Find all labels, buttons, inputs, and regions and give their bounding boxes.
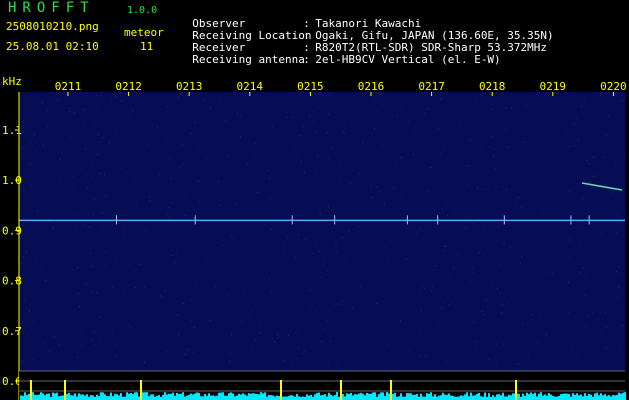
x-tick-label: 0220 bbox=[600, 80, 627, 93]
level-spike bbox=[340, 380, 342, 400]
level-panel bbox=[19, 370, 626, 400]
spectrogram-area bbox=[19, 92, 625, 372]
x-tick-label: 0211 bbox=[55, 80, 82, 93]
level-spike bbox=[30, 380, 32, 400]
x-tick-label: 0217 bbox=[418, 80, 445, 93]
level-spike bbox=[390, 380, 392, 400]
x-tick-label: 0219 bbox=[540, 80, 567, 93]
x-tick-label: 0215 bbox=[297, 80, 324, 93]
x-tick-label: 0212 bbox=[115, 80, 142, 93]
y-axis-label: kHz bbox=[2, 75, 22, 88]
level-spike bbox=[280, 380, 282, 400]
x-tick-label: 0214 bbox=[237, 80, 264, 93]
x-tick-label: 0216 bbox=[358, 80, 385, 93]
x-tick-label: 0218 bbox=[479, 80, 506, 93]
y-axis: 1.11.00.90.80.70.6 bbox=[2, 92, 22, 400]
spectrogram-plot: 0211 0212 0213 0214 0215 0216 0217 0218 0219 0220… bbox=[2, 75, 627, 400]
level-spike bbox=[515, 380, 517, 400]
level-spike bbox=[140, 380, 142, 400]
level-spike bbox=[64, 380, 66, 400]
x-tick-label: 0213 bbox=[176, 80, 203, 93]
